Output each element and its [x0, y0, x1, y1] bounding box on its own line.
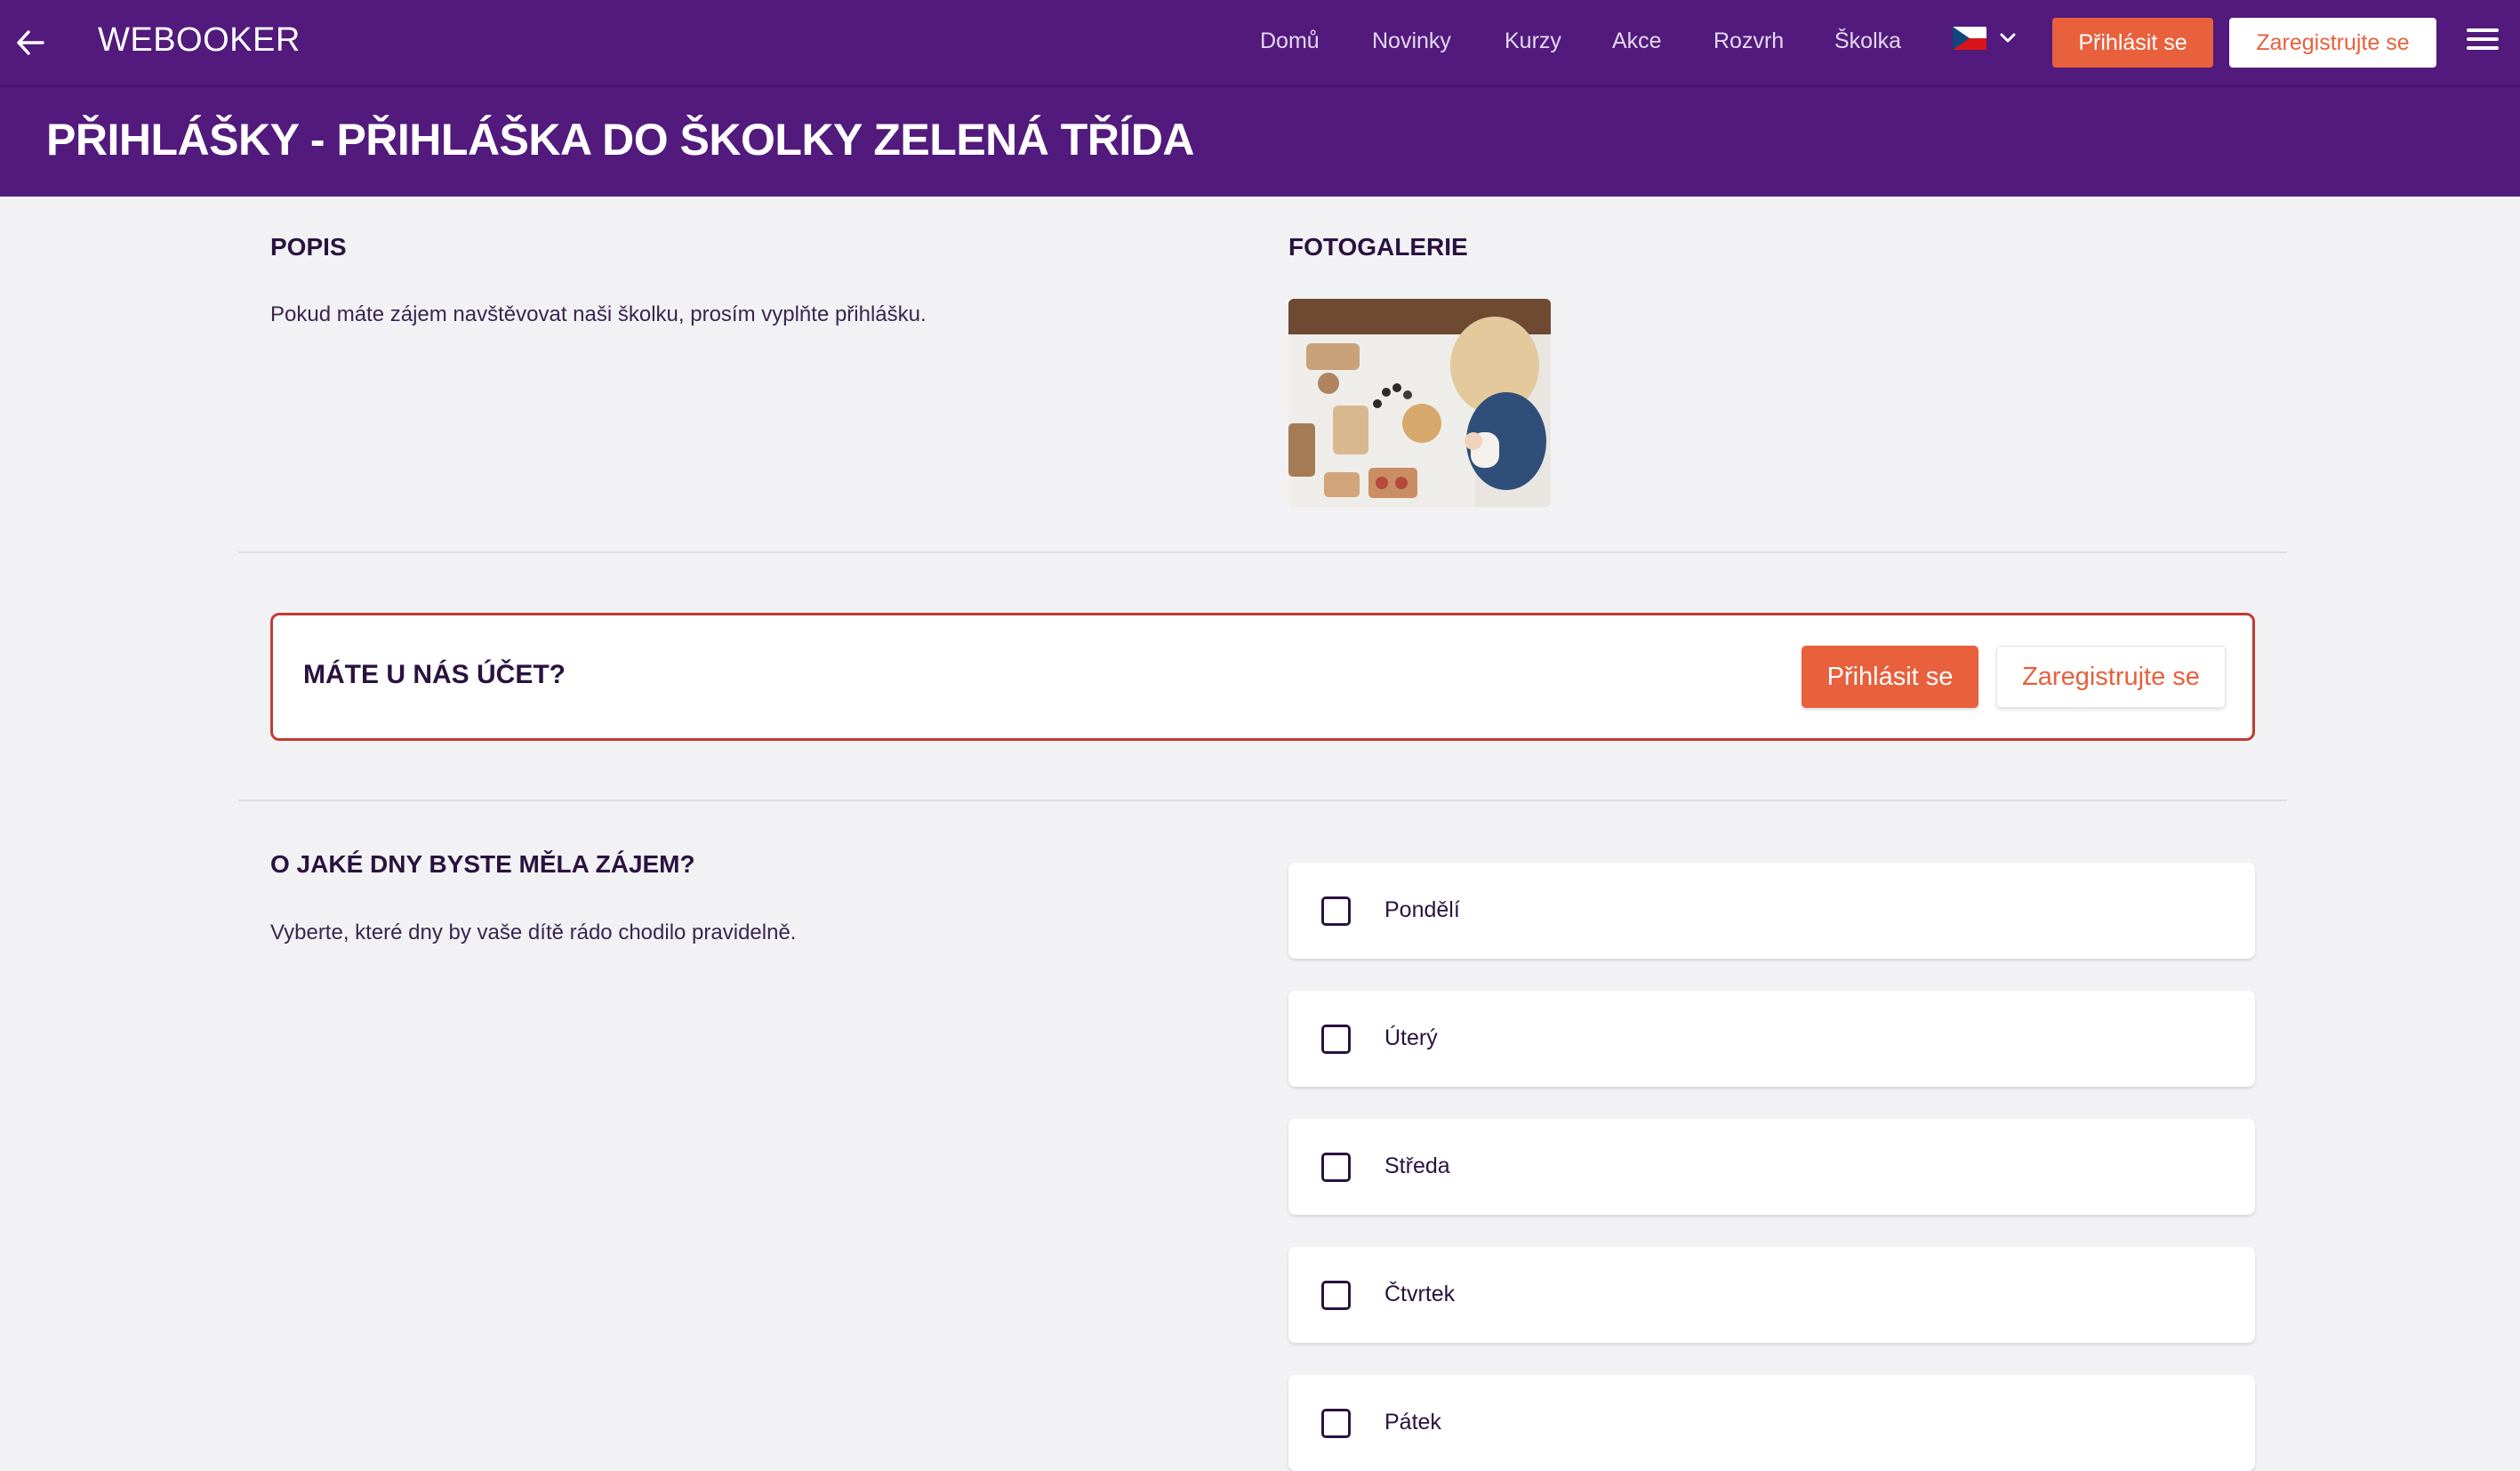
nav-item-events[interactable]: Akce — [1612, 28, 1662, 54]
language-selector[interactable] — [1953, 27, 2017, 50]
nav-item-news[interactable]: Novinky — [1372, 28, 1451, 54]
days-hint: Vyberte, které dny by vaše dítě rádo cho… — [270, 920, 797, 944]
nav-item-schedule[interactable]: Rozvrh — [1713, 28, 1784, 54]
nav-item-courses[interactable]: Kurzy — [1505, 28, 1561, 54]
hamburger-menu-icon[interactable] — [2467, 28, 2499, 55]
account-register-button[interactable]: Zaregistrujte se — [1996, 646, 2226, 708]
checkbox[interactable] — [1321, 1409, 1351, 1438]
day-option-wednesday[interactable]: Středa — [1288, 1119, 2255, 1215]
back-arrow-icon[interactable] — [12, 25, 48, 60]
checkbox[interactable] — [1321, 1153, 1351, 1182]
nav-item-home[interactable]: Domů — [1260, 28, 1320, 54]
account-prompt-box: MÁTE U NÁS ÚČET? Přihlásit se Zaregistru… — [270, 613, 2255, 741]
section-divider — [238, 800, 2287, 801]
czech-flag-icon — [1953, 27, 1986, 50]
day-label: Pondělí — [1384, 897, 1460, 922]
day-label: Úterý — [1384, 1025, 1438, 1050]
nav-item-kindergarten[interactable]: Školka — [1834, 28, 1901, 54]
day-label: Pátek — [1384, 1410, 1441, 1435]
checkbox[interactable] — [1321, 896, 1351, 926]
day-option-thursday[interactable]: Čtvrtek — [1288, 1247, 2255, 1343]
section-divider — [238, 551, 2287, 553]
description-text: Pokud máte zájem navštěvovat naši školku… — [270, 302, 927, 326]
page-header: PŘIHLÁŠKY - PŘIHLÁŠKA DO ŠKOLKY ZELENÁ T… — [0, 87, 2520, 197]
day-option-friday[interactable]: Pátek — [1288, 1375, 2255, 1471]
gallery-heading: FOTOGALERIE — [1288, 233, 1468, 261]
top-navbar: WEBOOKER Domů Novinky Kurzy Akce Rozvrh … — [0, 0, 2520, 87]
day-option-tuesday[interactable]: Úterý — [1288, 991, 2255, 1087]
day-label: Čtvrtek — [1384, 1282, 1456, 1306]
days-heading: O JAKÉ DNY BYSTE MĚLA ZÁJEM? — [270, 850, 695, 878]
description-heading: POPIS — [270, 233, 347, 261]
login-button[interactable]: Přihlásit se — [2052, 18, 2213, 68]
account-question: MÁTE U NÁS ÚČET? — [303, 660, 566, 689]
brand-logo[interactable]: WEBOOKER — [98, 21, 301, 60]
register-button[interactable]: Zaregistrujte se — [2229, 18, 2436, 68]
chevron-down-icon — [2000, 33, 2016, 43]
page-title: PŘIHLÁŠKY - PŘIHLÁŠKA DO ŠKOLKY ZELENÁ T… — [46, 115, 1195, 165]
day-option-monday[interactable]: Pondělí — [1288, 863, 2255, 959]
checkbox[interactable] — [1321, 1281, 1351, 1310]
checkbox[interactable] — [1321, 1025, 1351, 1054]
account-login-button[interactable]: Přihlásit se — [1802, 646, 1978, 708]
day-label: Středa — [1384, 1153, 1450, 1178]
gallery-photo[interactable] — [1288, 299, 1551, 507]
